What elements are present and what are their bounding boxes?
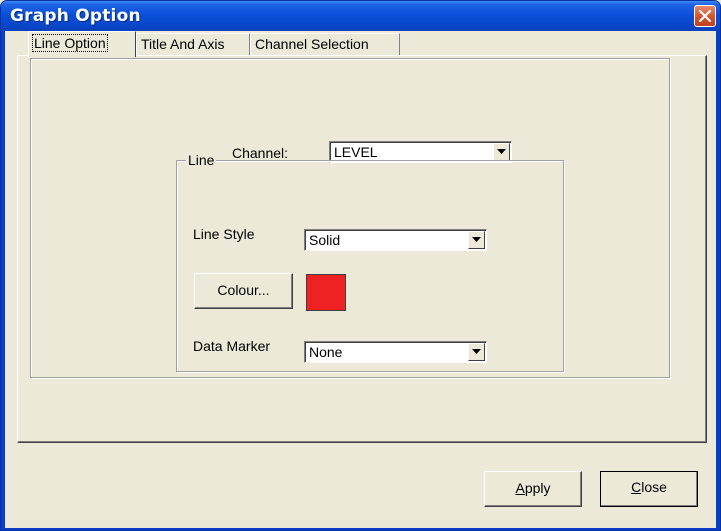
tab-label: Line Option (32, 34, 108, 52)
data-marker-label: Data Marker (193, 338, 271, 354)
colour-swatch[interactable] (306, 274, 346, 311)
line-group-title: Line (186, 152, 217, 168)
apply-label: pply (524, 480, 551, 496)
tab-line-option[interactable]: Line Option (28, 31, 136, 57)
line-style-value: Solid (309, 232, 341, 248)
channel-label: Channel: (232, 145, 289, 161)
data-marker-dropdown[interactable]: None (304, 341, 487, 363)
tab-label: Title And Axis (141, 36, 225, 52)
apply-accel: A (515, 480, 525, 496)
line-style-dropdown[interactable]: Solid (304, 229, 487, 251)
line-style-label: Line Style (193, 226, 255, 242)
close-window-button[interactable] (694, 5, 716, 27)
close-x-icon (699, 10, 711, 22)
close-label: lose (641, 479, 667, 495)
data-marker-value: None (309, 344, 343, 360)
close-accel: C (631, 479, 642, 495)
title-bar[interactable]: Graph Option (1, 1, 720, 31)
window-title: Graph Option (10, 6, 141, 26)
tab-label: Channel Selection (255, 36, 369, 52)
apply-button[interactable]: Apply (484, 471, 582, 507)
tab-channel-selection[interactable]: Channel Selection (250, 33, 400, 55)
chevron-down-icon (497, 149, 506, 154)
close-button[interactable]: Close (600, 471, 698, 507)
tab-title-and-axis[interactable]: Title And Axis (136, 33, 250, 55)
dropdown-arrow-button[interactable] (468, 231, 485, 249)
dropdown-arrow-button[interactable] (468, 343, 485, 361)
channel-value: LEVEL (334, 144, 378, 160)
chevron-down-icon (472, 349, 481, 354)
dropdown-arrow-button[interactable] (493, 143, 510, 161)
chevron-down-icon (472, 237, 481, 242)
colour-button[interactable]: Colour... (194, 273, 293, 309)
